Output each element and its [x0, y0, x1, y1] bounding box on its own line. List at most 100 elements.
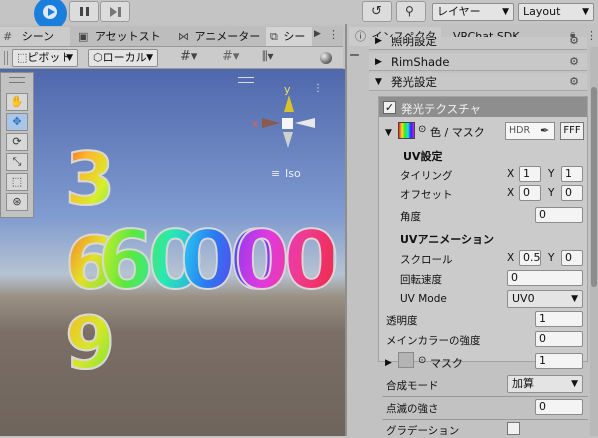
local-icon: ⬡	[93, 51, 103, 64]
sphere-toggle[interactable]	[318, 49, 344, 67]
tiling-y-field[interactable]: 1	[561, 166, 583, 182]
offset-x-field[interactable]: 0	[519, 185, 541, 201]
scene-number-3: 3	[64, 136, 116, 222]
inspector-menu-icon[interactable]: ⋮	[586, 29, 597, 42]
iso-label[interactable]: Iso	[285, 167, 301, 180]
triangle-right-icon[interactable]: ▶	[385, 358, 392, 368]
scene-number-9: 9	[64, 300, 116, 386]
scroll-x-label: X	[507, 252, 515, 264]
iso-icon: ≡	[271, 167, 281, 180]
search-button[interactable]: ⚲	[396, 1, 426, 22]
tiling-x-field[interactable]: 1	[519, 166, 541, 182]
main-color-strength-field[interactable]: 0	[535, 331, 583, 347]
gear-icon[interactable]: ⚙	[569, 53, 579, 71]
layers-dropdown[interactable]: レイヤー ▼	[432, 3, 514, 21]
transparency-field[interactable]: 1	[535, 311, 583, 327]
hdr-color-field[interactable]: HDR ✒	[505, 122, 555, 140]
offset-y-label: Y	[548, 187, 555, 199]
tab-asset-store[interactable]: ▣ アセットストア	[72, 27, 170, 62]
triangle-right-icon: ▶	[375, 57, 382, 67]
uv-animation-heading: UVアニメーション	[400, 233, 495, 246]
sphere-icon	[320, 52, 332, 64]
menu-icon[interactable]: ⋮	[328, 28, 339, 41]
color-mask-label: 色 / マスク	[430, 126, 485, 139]
offset-y-field[interactable]: 0	[561, 185, 583, 201]
rotate-tool-icon[interactable]: ⟳	[6, 133, 28, 151]
layers-label: レイヤー	[437, 5, 481, 18]
tab-game[interactable]: ⧉ シー	[266, 27, 312, 46]
inspector-scrollbar[interactable]	[590, 47, 598, 436]
history-button[interactable]: ↺	[362, 1, 392, 22]
hand-tool-icon[interactable]: ✋	[6, 93, 28, 111]
triangle-down-icon[interactable]: ▼	[385, 128, 392, 138]
scene-viewport[interactable]: ⋮ y x ≡ Iso 3 6 9 60 00 00	[0, 69, 345, 436]
search-icon: ⚲	[405, 4, 414, 18]
uv-mode-dropdown[interactable]: UV0 ▼	[507, 290, 583, 308]
scroll-y-field[interactable]: 0	[561, 250, 583, 266]
gizmo-x-label: x	[252, 117, 259, 130]
gradation-checkbox[interactable]	[507, 422, 520, 435]
main-color-strength-label: メインカラーの強度	[386, 335, 481, 347]
tiling-y-label: Y	[548, 168, 555, 180]
rect-tool-icon[interactable]: ⬚	[6, 173, 28, 191]
texture-thumbnail[interactable]	[398, 122, 415, 139]
tab-animator[interactable]: ⋈ アニメーター	[174, 27, 264, 46]
local-dropdown[interactable]: ⬡ローカル ▼	[88, 49, 158, 67]
step-button[interactable]	[100, 1, 130, 22]
snap-grid-icon[interactable]: #▾	[222, 49, 248, 67]
grid-snap-button[interactable]: #▾	[180, 49, 206, 67]
emission-texture-checkbox[interactable]: ✓	[383, 101, 396, 114]
chevron-down-icon: ▼	[582, 7, 589, 17]
rotation-speed-field[interactable]: 0	[507, 270, 583, 286]
chevron-right-icon[interactable]: ▶	[314, 29, 321, 39]
transparency-label: 透明度	[386, 315, 418, 327]
blend-mode-dropdown[interactable]: 加算 ▼	[507, 375, 583, 393]
transform-tool-icon[interactable]: ⊛	[6, 193, 28, 211]
bag-icon: ▣	[78, 30, 89, 43]
circle-icon[interactable]: ⊙	[418, 355, 426, 366]
info-icon: ⓘ	[355, 30, 366, 43]
mask-label: マスク	[430, 357, 463, 370]
blink-strength-label: 点滅の強さ	[386, 403, 439, 415]
history-icon: ↺	[371, 4, 382, 19]
hash-icon: #	[3, 30, 13, 43]
separator	[382, 396, 588, 397]
gizmo-neg-x-cone	[295, 118, 315, 128]
scroll-y-label: Y	[548, 252, 555, 264]
pause-button[interactable]	[69, 1, 99, 22]
section-emission[interactable]: ▼ 発光設定 ⚙	[369, 73, 587, 91]
section-rimshade[interactable]: ▶ RimShade ⚙	[369, 53, 587, 71]
increment-snap-button[interactable]: ⫼▾	[262, 49, 292, 67]
mask-field[interactable]: 1	[535, 353, 583, 369]
chevron-down-icon: ▼	[571, 294, 578, 304]
scrollbar-thumb[interactable]	[591, 87, 597, 287]
separator	[382, 419, 588, 420]
gear-icon[interactable]: ⚙	[569, 73, 579, 91]
angle-field[interactable]: 0	[535, 207, 583, 223]
pivot-dropdown[interactable]: ⬚ピボット ▼	[12, 49, 78, 67]
triangle-down-icon: ▼	[375, 77, 382, 87]
mask-texture-slot[interactable]	[398, 352, 414, 368]
offset-x-label: X	[507, 187, 515, 199]
step-icon	[110, 7, 117, 17]
gear-icon[interactable]: ⚙	[569, 37, 579, 49]
tab-scene[interactable]: # シーン	[0, 27, 70, 46]
scale-tool-icon[interactable]: ⤡	[6, 153, 28, 171]
tiling-x-label: X	[507, 168, 515, 180]
pause-icon	[80, 7, 83, 16]
gizmo-y-cone	[284, 95, 294, 112]
layout-dropdown[interactable]: Layout ▼	[518, 3, 594, 21]
gizmo[interactable]: y x	[250, 83, 320, 153]
move-tool-icon[interactable]: ✥	[6, 113, 28, 131]
uv-mode-label: UV Mode	[400, 293, 447, 305]
chevron-down-icon: ▼	[66, 53, 73, 63]
scroll-x-field[interactable]: 0.5	[519, 250, 541, 266]
circle-icon[interactable]: ⊙	[418, 124, 426, 135]
layout-label: Layout	[523, 5, 561, 18]
triangle-icon: ▶	[375, 37, 382, 46]
blink-strength-field[interactable]: 0	[535, 399, 583, 415]
section-lighting[interactable]: ▶ 照明設定 ⚙	[369, 37, 587, 50]
fff-button[interactable]: FFF	[560, 122, 584, 140]
game-icon: ⧉	[270, 30, 278, 43]
eyedropper-icon[interactable]: ✒	[540, 124, 549, 137]
